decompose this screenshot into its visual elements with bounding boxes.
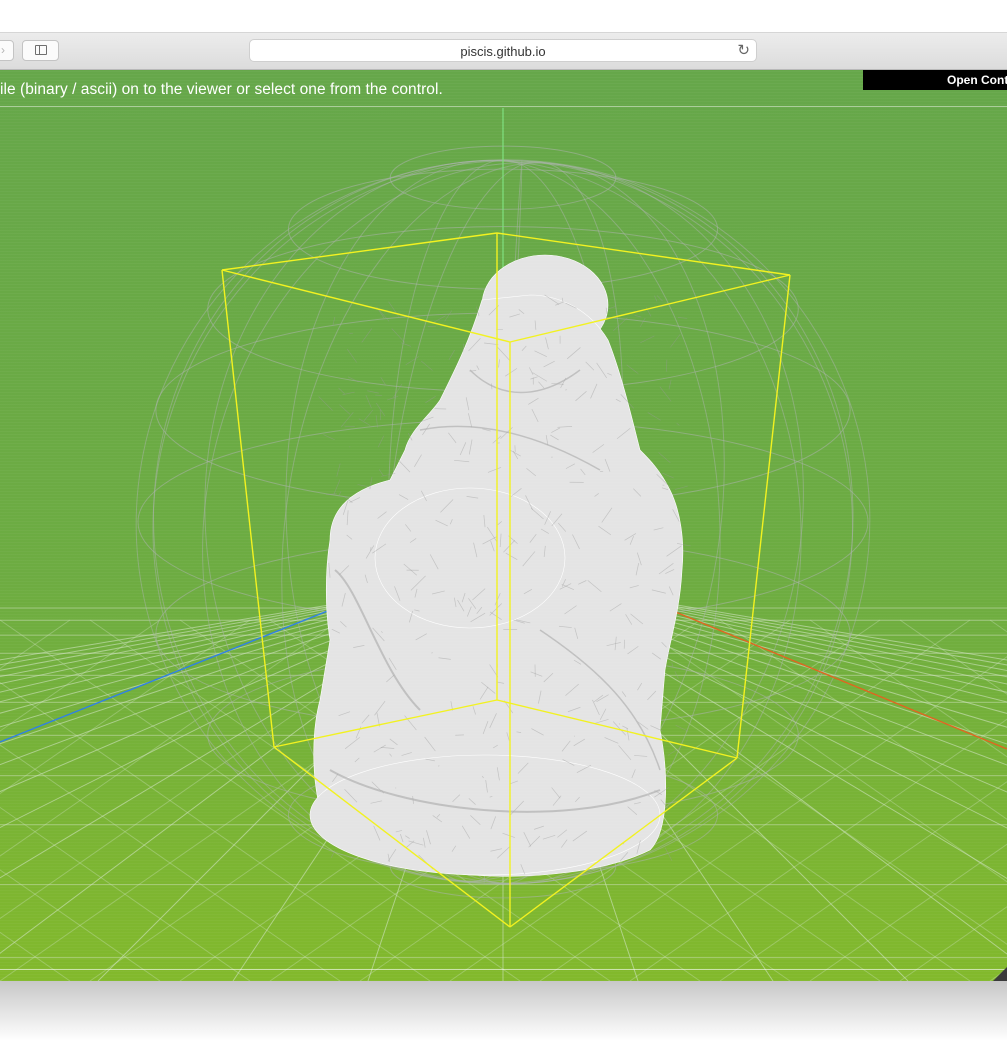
window-titlebar <box>0 0 1007 33</box>
browser-toolbar: › piscis.github.io ↻ <box>0 33 1007 70</box>
resize-grip-icon[interactable] <box>993 967 1007 981</box>
divider <box>0 969 1007 970</box>
chevron-right-icon: › <box>1 43 5 57</box>
sidebar-icon <box>35 45 47 55</box>
address-bar[interactable]: piscis.github.io ↻ <box>249 39 757 62</box>
reload-icon[interactable]: ↻ <box>737 41 750 59</box>
open-controls-button[interactable]: Open Contr <box>863 70 1007 90</box>
drop-instructions: ile (binary / ascii) on to the viewer or… <box>0 81 443 98</box>
forward-button[interactable]: › <box>0 40 14 61</box>
screenshot-page: › piscis.github.io ↻ ile (binary / ascii… <box>0 0 1007 1061</box>
sidebar-toggle-button[interactable] <box>22 40 59 61</box>
window-shadow <box>0 981 1007 1041</box>
buddha-model-mesh <box>309 254 691 877</box>
3d-scene[interactable] <box>0 70 1007 981</box>
divider <box>0 106 1007 107</box>
address-text: piscis.github.io <box>460 44 546 59</box>
stl-viewer-canvas[interactable]: ile (binary / ascii) on to the viewer or… <box>0 70 1007 981</box>
